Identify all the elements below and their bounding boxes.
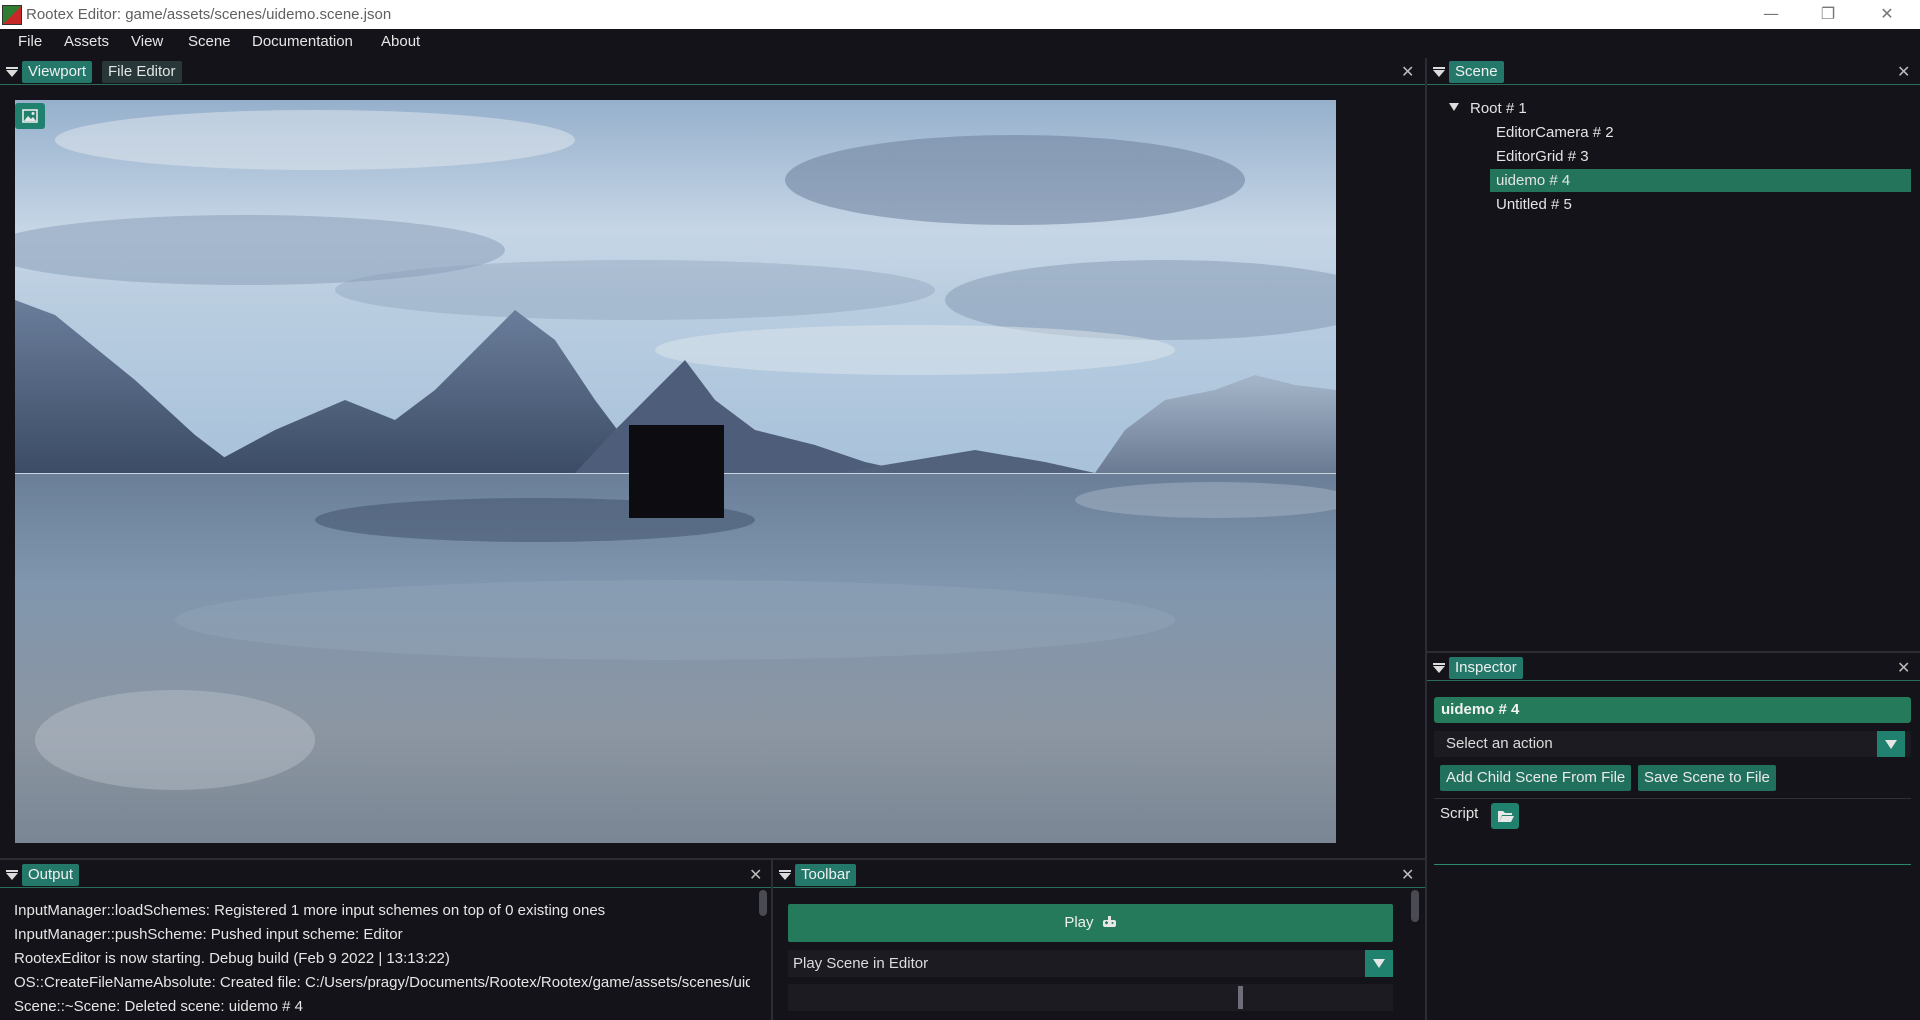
play-button[interactable]: Play xyxy=(788,904,1393,942)
log-line: RootexEditor is now starting. Debug buil… xyxy=(14,950,450,967)
scene-close-icon[interactable]: ✕ xyxy=(1897,64,1910,80)
image-toggle-button[interactable] xyxy=(15,103,45,129)
output-close-icon[interactable]: ✕ xyxy=(749,867,762,883)
log-line: InputManager::pushScheme: Pushed input s… xyxy=(14,926,403,943)
inspector-separator xyxy=(1434,798,1911,799)
output-collapse-icon[interactable] xyxy=(6,870,18,880)
inspector-bottom-line xyxy=(1434,864,1911,865)
toolbar-scrollbar[interactable] xyxy=(1411,890,1419,922)
action-select-value: Select an action xyxy=(1446,735,1553,752)
menu-assets[interactable]: Assets xyxy=(64,33,109,50)
panel-divider-vertical[interactable] xyxy=(1425,58,1427,1020)
save-scene-button[interactable]: Save Scene to File xyxy=(1638,765,1776,791)
window-title: Rootex Editor: game/assets/scenes/uidemo… xyxy=(26,6,392,23)
inspector-entity-header[interactable]: uidemo # 4 xyxy=(1434,697,1911,723)
panel-divider-horizontal[interactable] xyxy=(0,858,1425,860)
log-line: OS::CreateFileNameAbsolute: Created file… xyxy=(14,974,750,991)
tree-item-untitled[interactable]: Untitled # 5 xyxy=(1496,196,1572,213)
inspector-collapse-icon[interactable] xyxy=(1433,663,1445,673)
tab-inspector[interactable]: Inspector xyxy=(1449,657,1523,679)
add-child-scene-button[interactable]: Add Child Scene From File xyxy=(1440,765,1632,791)
tab-toolbar[interactable]: Toolbar xyxy=(795,864,857,886)
collapse-icon[interactable] xyxy=(6,67,18,77)
action-dropdown-button[interactable] xyxy=(1877,731,1905,757)
close-window-button[interactable]: ✕ xyxy=(1864,0,1910,29)
script-label: Script xyxy=(1440,805,1479,822)
toolbar-tab-bar xyxy=(773,861,1425,888)
menu-about[interactable]: About xyxy=(381,33,420,50)
action-select[interactable]: Select an action xyxy=(1434,731,1911,757)
tab-output[interactable]: Output xyxy=(22,864,80,886)
app-logo-icon xyxy=(2,5,22,25)
toolbar-collapse-icon[interactable] xyxy=(779,870,791,880)
play-mode-dropdown-button[interactable] xyxy=(1365,950,1393,977)
play-label: Play xyxy=(1064,914,1094,931)
panel-divider-inspector[interactable] xyxy=(1427,651,1920,653)
tree-item-editor-camera[interactable]: EditorCamera # 2 xyxy=(1496,124,1614,141)
window-title-bar: Rootex Editor: game/assets/scenes/uidemo… xyxy=(0,0,1920,29)
output-scrollbar[interactable] xyxy=(759,890,767,916)
toolbar-slider-handle[interactable] xyxy=(1238,986,1243,1009)
chevron-down-icon xyxy=(1373,959,1385,968)
folder-open-icon xyxy=(1498,811,1514,822)
menu-documentation[interactable]: Documentation xyxy=(252,33,353,50)
log-line: InputManager::loadSchemes: Registered 1 … xyxy=(14,902,606,919)
menu-scene[interactable]: Scene xyxy=(188,33,231,50)
menu-file[interactable]: File xyxy=(18,33,42,50)
tab-file-editor[interactable]: File Editor xyxy=(102,61,182,83)
toolbar-close-icon[interactable]: ✕ xyxy=(1401,867,1414,883)
tree-item-uidemo[interactable]: uidemo # 4 xyxy=(1496,172,1570,189)
inspector-entity-name: uidemo # 4 xyxy=(1441,701,1520,718)
tree-item-editor-grid[interactable]: EditorGrid # 3 xyxy=(1496,148,1589,165)
menu-view[interactable]: View xyxy=(131,33,163,50)
tree-expand-icon[interactable] xyxy=(1449,103,1459,111)
restore-button[interactable]: ❐ xyxy=(1805,0,1851,29)
scene-collapse-icon[interactable] xyxy=(1433,67,1445,77)
play-mode-select[interactable]: Play Scene in Editor xyxy=(788,950,1393,977)
ui-demo-quad xyxy=(629,425,724,518)
chevron-down-icon xyxy=(1885,740,1897,749)
tab-scene[interactable]: Scene xyxy=(1449,61,1504,83)
minimize-button[interactable]: — xyxy=(1748,0,1794,29)
tree-item-root[interactable]: Root # 1 xyxy=(1470,100,1527,117)
inspector-close-icon[interactable]: ✕ xyxy=(1897,660,1910,676)
play-mode-value: Play Scene in Editor xyxy=(793,955,929,972)
output-tab-bar xyxy=(0,861,771,888)
log-line: Scene::~Scene: Deleted scene: uidemo # 4 xyxy=(14,998,303,1015)
viewport-tab-bar xyxy=(0,58,1425,85)
toolbar-slider[interactable] xyxy=(788,984,1393,1011)
viewport-close-icon[interactable]: ✕ xyxy=(1401,64,1414,80)
script-browse-button[interactable] xyxy=(1491,803,1519,829)
gamepad-icon xyxy=(1102,916,1116,927)
tab-viewport[interactable]: Viewport xyxy=(22,61,93,83)
image-icon xyxy=(22,109,38,123)
viewport-render[interactable] xyxy=(15,100,1336,843)
output-log[interactable]: InputManager::loadSchemes: Registered 1 … xyxy=(14,898,750,1020)
